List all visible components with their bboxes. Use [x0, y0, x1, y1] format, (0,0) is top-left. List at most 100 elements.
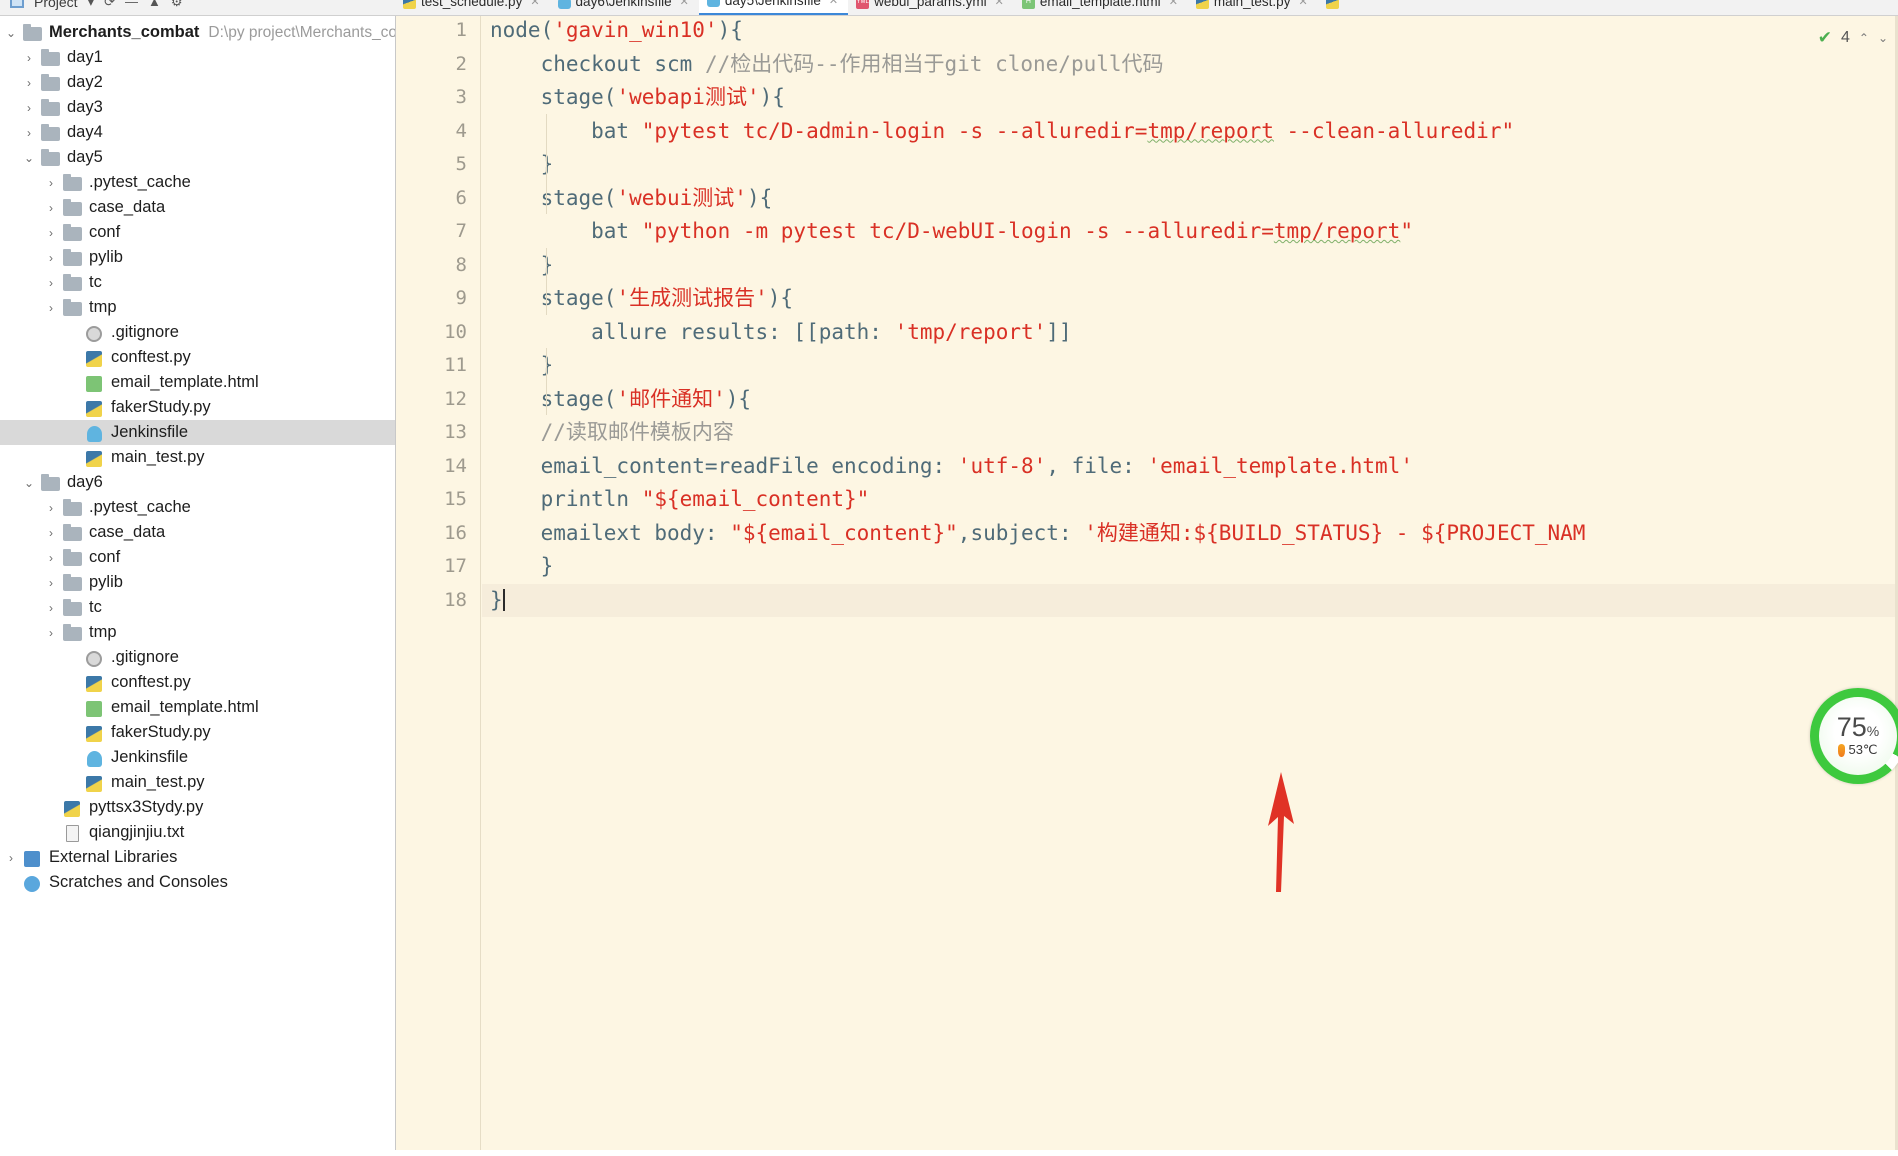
code-editor[interactable]: 1 2 3 4 5 6 7 8 9 10 11 12 13 14 15 16 1… — [396, 14, 1898, 1156]
close-icon[interactable]: ✕ — [995, 0, 1004, 8]
folder-icon — [62, 573, 84, 592]
close-icon[interactable]: ✕ — [680, 0, 689, 8]
chevron-right-icon[interactable]: › — [40, 502, 62, 514]
spacer-icon: · — [62, 752, 84, 764]
tree-row-day4[interactable]: › day4 — [0, 120, 395, 145]
collapse-icon[interactable]: ▲ — [148, 0, 161, 9]
code-text-area[interactable]: node('gavin_win10'){ checkout scm //检出代码… — [482, 14, 1898, 1156]
tree-row-external-libraries[interactable]: › External Libraries — [0, 845, 395, 870]
tree-row-day6-pytest-cache[interactable]: › .pytest_cache — [0, 495, 395, 520]
tab-main-test-py[interactable]: main_test.py ✕ — [1188, 0, 1318, 15]
tree-row-scratches-and-consoles[interactable]: · Scratches and Consoles — [0, 870, 395, 895]
tree-row-day2[interactable]: › day2 — [0, 70, 395, 95]
tree-row-pyttsx3stydy-py[interactable]: · pyttsx3Stydy.py — [0, 795, 395, 820]
check-mark-icon[interactable]: ✔ — [1818, 28, 1832, 48]
chevron-right-icon[interactable]: › — [40, 302, 62, 314]
tree-item-label: conftest.py — [111, 348, 191, 366]
tree-row-day5-pytest-cache[interactable]: › .pytest_cache — [0, 170, 395, 195]
tree-item-label: .pytest_cache — [89, 498, 191, 516]
tree-row-root[interactable]: ⌄ Merchants_combat D:\py project\Merchan… — [0, 20, 395, 45]
tree-row-day6-email-template-html[interactable]: · email_template.html — [0, 695, 395, 720]
chevron-right-icon[interactable]: › — [18, 77, 40, 89]
chevron-right-icon[interactable]: › — [40, 627, 62, 639]
tree-row-day6-pylib[interactable]: › pylib — [0, 570, 395, 595]
tree-row-day5-fakerstudy-py[interactable]: · fakerStudy.py — [0, 395, 395, 420]
tab-day5-jenkinsfile[interactable]: day5\Jenkinsfile ✕ — [698, 0, 849, 15]
inspection-widget[interactable]: ✔ 4 ⌃ ⌄ — [1818, 28, 1888, 48]
project-tree-panel[interactable]: ⌄ Merchants_combat D:\py project\Merchan… — [0, 14, 396, 1156]
tree-row-day5-pylib[interactable]: › pylib — [0, 245, 395, 270]
chevron-down-icon[interactable]: ⌄ — [1878, 31, 1888, 45]
tab-webui-params-yml[interactable]: YML webui_params.yml ✕ — [848, 0, 1014, 15]
tree-row-day3[interactable]: › day3 — [0, 95, 395, 120]
tree-row-day5-tc[interactable]: › tc — [0, 270, 395, 295]
project-icon[interactable] — [10, 0, 24, 8]
tree-row-day6-tc[interactable]: › tc — [0, 595, 395, 620]
tree-row-day5-main-test-py[interactable]: · main_test.py — [0, 445, 395, 470]
chevron-right-icon[interactable]: › — [40, 277, 62, 289]
chevron-right-icon[interactable]: › — [40, 202, 62, 214]
chevron-down-icon[interactable]: ⌄ — [18, 477, 40, 489]
python-file-icon — [403, 0, 416, 9]
chevron-right-icon[interactable]: › — [40, 527, 62, 539]
dropdown-icon[interactable]: ▾ — [88, 0, 95, 10]
close-icon[interactable]: ✕ — [829, 0, 838, 7]
spacer-icon: · — [0, 877, 22, 889]
chevron-right-icon[interactable]: › — [18, 102, 40, 114]
cpu-temperature: 53℃ — [1838, 742, 1878, 758]
chevron-up-icon[interactable]: ⌃ — [1859, 31, 1869, 45]
close-icon[interactable]: ✕ — [1169, 0, 1178, 8]
close-icon[interactable]: ✕ — [530, 0, 539, 8]
tab-overflow[interactable] — [1318, 0, 1349, 15]
line-number: 15 — [444, 488, 467, 510]
tree-row-day5-jenkinsfile[interactable]: · Jenkinsfile — [0, 420, 395, 445]
tree-row-day5-tmp[interactable]: › tmp — [0, 295, 395, 320]
cpu-usage-gauge[interactable]: 75% 53℃ — [1810, 688, 1898, 784]
chevron-right-icon[interactable]: › — [40, 252, 62, 264]
tree-row-day5-conftest-py[interactable]: · conftest.py — [0, 345, 395, 370]
chevron-right-icon[interactable]: › — [40, 177, 62, 189]
tab-test-schedule-py[interactable]: test_schedule.py ✕ — [395, 0, 550, 15]
chevron-right-icon[interactable]: › — [0, 852, 22, 864]
minimize-icon[interactable]: — — [125, 0, 138, 9]
tree-row-day6-main-test-py[interactable]: · main_test.py — [0, 770, 395, 795]
spacer-icon: · — [62, 327, 84, 339]
folder-icon — [62, 523, 84, 542]
tree-row-day6-conftest-py[interactable]: · conftest.py — [0, 670, 395, 695]
tab-email-template-html[interactable]: H email_template.html ✕ — [1014, 0, 1188, 15]
tree-item-label: day1 — [67, 48, 103, 66]
chevron-right-icon[interactable]: › — [40, 552, 62, 564]
chevron-down-icon[interactable]: ⌄ — [0, 27, 22, 39]
tree-row-day5[interactable]: ⌄ day5 — [0, 145, 395, 170]
chevron-right-icon[interactable]: › — [18, 52, 40, 64]
tree-row-day5-email-template-html[interactable]: · email_template.html — [0, 370, 395, 395]
tree-row-day5-gitignore[interactable]: · .gitignore — [0, 320, 395, 345]
tree-row-day6-case-data[interactable]: › case_data — [0, 520, 395, 545]
tree-row-day6-fakerstudy-py[interactable]: · fakerStudy.py — [0, 720, 395, 745]
chevron-right-icon[interactable]: › — [40, 577, 62, 589]
line-number: 9 — [455, 287, 467, 309]
sync-icon[interactable]: ⟳ — [104, 0, 115, 10]
window-bottom-edge — [0, 1150, 1898, 1156]
tree-row-day5-case-data[interactable]: › case_data — [0, 195, 395, 220]
tree-row-day6-tmp[interactable]: › tmp — [0, 620, 395, 645]
tree-row-day6-gitignore[interactable]: · .gitignore — [0, 645, 395, 670]
chevron-right-icon[interactable]: › — [40, 602, 62, 614]
project-path: D:\py project\Merchants_cor — [208, 23, 396, 41]
tab-label: test_schedule.py — [421, 0, 523, 9]
tree-row-day6[interactable]: ⌄ day6 — [0, 470, 395, 495]
chevron-down-icon[interactable]: ⌄ — [18, 152, 40, 164]
tab-day6-jenkinsfile[interactable]: day6\Jenkinsfile ✕ — [550, 0, 699, 15]
chevron-right-icon[interactable]: › — [18, 127, 40, 139]
code-line-14: email_content=readFile encoding: 'utf-8'… — [490, 453, 1413, 478]
tree-row-day6-conf[interactable]: › conf — [0, 545, 395, 570]
tree-item-label: email_template.html — [111, 698, 259, 716]
tree-row-day6-jenkinsfile[interactable]: · Jenkinsfile — [0, 745, 395, 770]
chevron-right-icon[interactable]: › — [40, 227, 62, 239]
settings-icon[interactable]: ⚙ — [171, 0, 183, 10]
tree-row-day5-conf[interactable]: › conf — [0, 220, 395, 245]
tree-row-day1[interactable]: › day1 — [0, 45, 395, 70]
code-line-17: } — [490, 554, 554, 578]
tree-row-qiangjinjiu-txt[interactable]: · qiangjinjiu.txt — [0, 820, 395, 845]
close-icon[interactable]: ✕ — [1298, 0, 1307, 8]
